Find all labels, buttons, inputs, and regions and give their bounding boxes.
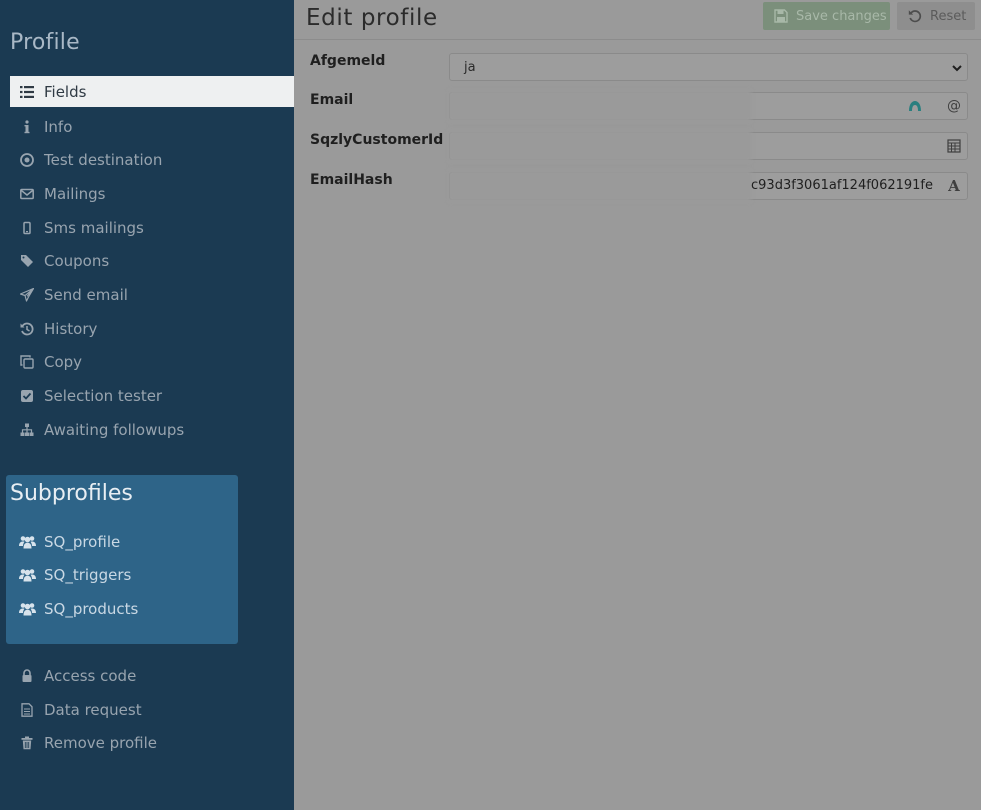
copy-icon bbox=[18, 353, 36, 371]
main-content: Edit profile Save changes Reset Afgemeld… bbox=[294, 0, 981, 810]
sidebar-item-access-code[interactable]: Access code bbox=[10, 659, 294, 693]
sidebar-item-label: Remove profile bbox=[44, 734, 158, 753]
subprofile-item-sq-products[interactable]: SQ_products bbox=[10, 592, 238, 626]
document-icon bbox=[18, 701, 36, 719]
sidebar: Profile Fields Info Test destination Mai… bbox=[0, 0, 294, 810]
list-icon bbox=[18, 83, 36, 101]
sidebar-item-label: Mailings bbox=[44, 184, 106, 203]
field-label: Afgemeld bbox=[310, 53, 386, 69]
subprofiles-title: Subprofiles bbox=[10, 481, 133, 506]
sidebar-item-label: Send email bbox=[44, 285, 128, 304]
subprofile-item-sq-profile[interactable]: SQ_profile bbox=[10, 525, 238, 559]
calculator-icon bbox=[941, 133, 967, 159]
sidebar-item-mailings[interactable]: Mailings bbox=[10, 177, 294, 211]
info-icon bbox=[18, 118, 36, 136]
subprofile-label: SQ_products bbox=[44, 599, 139, 618]
sidebar-title: Profile bbox=[10, 30, 80, 55]
subprofiles-panel: Subprofiles SQ_profile SQ_triggers SQ_pr… bbox=[6, 475, 238, 644]
field-label: Email bbox=[310, 92, 354, 108]
sidebar-item-label: Fields bbox=[44, 82, 87, 101]
sidebar-item-send-email[interactable]: Send email bbox=[10, 278, 294, 312]
trash-icon bbox=[18, 734, 36, 752]
at-sign-icon: @ bbox=[947, 98, 961, 114]
save-changes-button[interactable]: Save changes bbox=[763, 2, 890, 30]
text-font-icon: A bbox=[948, 177, 960, 195]
reset-button[interactable]: Reset bbox=[897, 2, 975, 30]
target-icon bbox=[18, 151, 36, 169]
sidebar-item-selection-tester[interactable]: Selection tester bbox=[10, 379, 294, 413]
mobile-icon bbox=[18, 219, 36, 237]
sitemap-icon bbox=[18, 421, 36, 439]
field-row-emailhash: EmailHash A c93d3f3061af124f062191fe bbox=[310, 170, 969, 202]
sidebar-item-label: Copy bbox=[44, 353, 83, 372]
lock-icon bbox=[18, 667, 36, 685]
field-label: EmailHash bbox=[310, 172, 393, 188]
floppy-disk-icon bbox=[773, 8, 789, 24]
field-label: SqzlyCustomerId bbox=[310, 132, 444, 148]
sidebar-item-awaiting-followups[interactable]: Awaiting followups bbox=[10, 413, 294, 447]
sidebar-item-copy[interactable]: Copy bbox=[10, 346, 294, 380]
users-icon bbox=[18, 533, 36, 551]
sidebar-item-label: Access code bbox=[44, 666, 137, 685]
sidebar-nav: Fields Info Test destination Mailings Sm… bbox=[10, 76, 294, 447]
field-row-sqzlycustomerid: SqzlyCustomerId bbox=[310, 130, 969, 162]
chevron-down-icon bbox=[952, 65, 962, 72]
field-row-email: Email @ bbox=[310, 90, 969, 122]
sidebar-item-info[interactable]: Info bbox=[10, 110, 294, 144]
sidebar-item-remove-profile[interactable]: Remove profile bbox=[10, 726, 294, 760]
afgemeld-select[interactable]: ja bbox=[449, 53, 968, 81]
password-manager-icon bbox=[909, 101, 921, 111]
users-icon bbox=[18, 600, 36, 618]
subprofile-label: SQ_triggers bbox=[44, 566, 132, 585]
tag-icon bbox=[18, 252, 36, 270]
emailhash-value-visible: c93d3f3061af124f062191fe bbox=[751, 178, 934, 193]
afgemeld-selected-value: ja bbox=[464, 59, 476, 75]
paper-plane-icon bbox=[18, 286, 36, 304]
sidebar-item-label: Test destination bbox=[44, 151, 163, 170]
history-icon bbox=[18, 320, 36, 338]
sidebar-item-label: Coupons bbox=[44, 252, 110, 271]
subprofile-label: SQ_profile bbox=[44, 532, 121, 551]
sidebar-item-fields[interactable]: Fields bbox=[10, 76, 294, 107]
sidebar-bottom-nav: Access code Data request Remove profile bbox=[10, 659, 294, 760]
header-divider bbox=[294, 39, 981, 40]
redaction-blur bbox=[449, 90, 751, 122]
sidebar-item-label: Selection tester bbox=[44, 387, 163, 406]
sidebar-item-coupons[interactable]: Coupons bbox=[10, 244, 294, 278]
subprofiles-list: SQ_profile SQ_triggers SQ_products bbox=[10, 525, 238, 626]
check-square-icon bbox=[18, 387, 36, 405]
redaction-blur bbox=[449, 170, 751, 202]
sidebar-item-label: Awaiting followups bbox=[44, 420, 185, 439]
sidebar-item-label: Data request bbox=[44, 700, 142, 719]
sidebar-item-label: History bbox=[44, 319, 98, 338]
sidebar-item-test-destination[interactable]: Test destination bbox=[10, 143, 294, 177]
subprofile-item-sq-triggers[interactable]: SQ_triggers bbox=[10, 559, 238, 593]
sidebar-item-data-request[interactable]: Data request bbox=[10, 693, 294, 727]
users-icon bbox=[18, 566, 36, 584]
envelope-icon bbox=[18, 185, 36, 203]
sidebar-item-sms-mailings[interactable]: Sms mailings bbox=[10, 211, 294, 245]
page-title: Edit profile bbox=[306, 5, 438, 31]
sidebar-item-label: Info bbox=[44, 117, 73, 136]
redaction-blur bbox=[449, 130, 751, 162]
sidebar-item-label: Sms mailings bbox=[44, 218, 144, 237]
sidebar-item-history[interactable]: History bbox=[10, 312, 294, 346]
undo-icon bbox=[907, 8, 923, 24]
field-row-afgemeld: Afgemeld ja bbox=[310, 53, 969, 83]
save-changes-label: Save changes bbox=[796, 8, 887, 24]
reset-label: Reset bbox=[930, 8, 967, 24]
